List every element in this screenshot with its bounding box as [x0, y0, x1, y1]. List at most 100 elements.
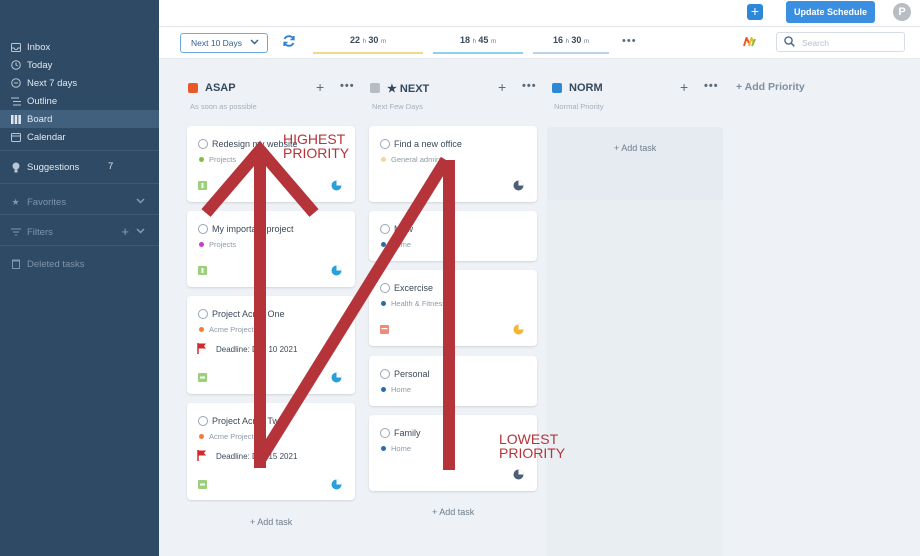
schedule-pie-icon [331, 479, 342, 493]
top-bar: + Update Schedule P [159, 0, 920, 27]
sidebar-item-next-7-days[interactable]: Next 7 days [0, 74, 159, 92]
sidebar-item-label: Today [27, 59, 53, 71]
suggestions-count: 7 [108, 161, 114, 172]
deadline-text: Deadline: Dec 10 2021 [216, 345, 298, 354]
sidebar-item-label: Suggestions [27, 161, 80, 173]
inbox-icon [10, 42, 21, 53]
column-color-swatch [188, 83, 198, 93]
task-checkbox[interactable] [198, 224, 208, 234]
add-task-icon[interactable]: + [680, 79, 688, 95]
column-subtitle: Next Few Days [372, 102, 423, 111]
column-header-norm[interactable]: NORM [552, 80, 603, 96]
sidebar-item-deleted-tasks[interactable]: Deleted tasks [0, 255, 159, 273]
column-header-asap[interactable]: ASAP [188, 80, 236, 96]
task-project: Home [391, 385, 412, 394]
add-task-button[interactable]: + Add task [250, 517, 292, 527]
column-header-next[interactable]: ★ NEXT [370, 80, 429, 96]
sidebar-item-label: Next 7 days [27, 77, 78, 89]
column-subtitle: Normal Priority [554, 102, 604, 111]
task-project: Home [391, 240, 412, 249]
task-card[interactable]: Personal Home [369, 356, 537, 406]
task-card[interactable]: Project Acme One Acme Projects Deadline:… [187, 296, 355, 394]
task-card[interactable]: Project Acme Two Acme Projects Deadline:… [187, 403, 355, 500]
task-title: Personal [394, 369, 430, 379]
task-project: General admin [391, 155, 441, 164]
column-title: ★ NEXT [387, 82, 430, 95]
sidebar-item-calendar[interactable]: Calendar [0, 128, 159, 146]
chevron-down-icon[interactable] [136, 195, 145, 207]
task-checkbox[interactable] [198, 416, 208, 426]
task-checkbox[interactable] [380, 283, 390, 293]
task-card[interactable]: Excercise Health & Fitness [369, 270, 537, 346]
task-deadline: Deadline: Dec 10 2021 [197, 343, 297, 356]
schedule-pie-icon [513, 469, 524, 483]
task-project: Health & Fitness [391, 299, 447, 308]
column-color-swatch [370, 83, 380, 93]
task-deadline: Deadline: Dec 15 2021 [197, 450, 297, 463]
sidebar-item-label: Filters [27, 226, 53, 238]
task-card[interactable]: Mow Home [369, 211, 537, 261]
sidebar-item-favorites[interactable]: ★ Favorites [0, 193, 159, 211]
sidebar-item-label: Board [27, 113, 53, 125]
update-schedule-button[interactable]: Update Schedule [786, 1, 875, 23]
task-checkbox[interactable] [198, 139, 208, 149]
task-project: Acme Projects [209, 432, 258, 441]
duration-icon [198, 480, 207, 492]
task-title: Family [394, 428, 421, 438]
sidebar-item-outline[interactable]: Outline [0, 92, 159, 110]
task-checkbox[interactable] [380, 224, 390, 234]
task-project: Acme Projects [209, 325, 258, 334]
add-task-button[interactable]: + [747, 4, 763, 20]
duration-icon [198, 266, 207, 278]
task-project: Projects [209, 240, 237, 249]
sidebar-divider [0, 183, 159, 184]
task-checkbox[interactable] [380, 428, 390, 438]
search-input[interactable]: Search [776, 32, 905, 52]
task-checkbox[interactable] [380, 139, 390, 149]
task-card[interactable]: Find a new office General admin [369, 126, 537, 202]
lightbulb-icon [10, 162, 21, 173]
add-filter-icon[interactable]: + [121, 224, 129, 239]
lowest-priority-annotation: LOWEST PRIORITY [499, 431, 566, 461]
more-icon[interactable]: ••• [622, 35, 637, 47]
sidebar-item-today[interactable]: Today [0, 56, 159, 74]
refresh-icon[interactable] [282, 34, 296, 51]
day-duration[interactable]: 22 h 30 m [313, 35, 423, 54]
search-placeholder: Search [802, 38, 829, 48]
more-icon[interactable]: ••• [704, 80, 719, 92]
sidebar-item-inbox[interactable]: Inbox [0, 38, 159, 56]
task-card[interactable]: My important project Projects [187, 211, 355, 287]
highest-priority-annotation: HIGHEST PRIORITY [283, 131, 350, 161]
task-title: Find a new office [394, 139, 462, 149]
avatar[interactable]: P [893, 3, 911, 21]
sidebar-item-suggestions[interactable]: Suggestions 7 [0, 158, 159, 176]
add-task-button[interactable]: + Add task [432, 507, 474, 517]
sidebar-item-label: Inbox [27, 41, 51, 53]
duration-icon [198, 373, 207, 385]
project-dot [381, 446, 386, 451]
calendar-week-icon [10, 78, 21, 89]
chevron-down-icon[interactable] [136, 225, 145, 237]
filter-icon [10, 227, 21, 238]
column-title: ASAP [205, 82, 236, 94]
add-task-icon[interactable]: + [316, 79, 324, 95]
day-duration[interactable]: 16 h 30 m [533, 35, 609, 54]
range-select[interactable]: Next 10 Days [180, 33, 268, 53]
task-checkbox[interactable] [198, 309, 208, 319]
search-icon [784, 36, 795, 50]
flag-icon [197, 343, 207, 356]
add-priority-button[interactable]: + Add Priority [736, 81, 805, 93]
task-project: Projects [209, 155, 237, 164]
project-dot [199, 434, 204, 439]
add-task-icon[interactable]: + [498, 79, 506, 95]
schedule-pie-icon [513, 180, 524, 194]
day-duration[interactable]: 18 h 45 m [433, 35, 523, 54]
sidebar-item-board[interactable]: Board [0, 110, 159, 128]
task-checkbox[interactable] [380, 369, 390, 379]
more-icon[interactable]: ••• [522, 80, 537, 92]
sidebar-item-label: Calendar [27, 131, 66, 143]
add-task-button[interactable]: + Add task [614, 143, 656, 153]
sidebar-divider [0, 245, 159, 246]
sidebar-item-filters[interactable]: Filters + [0, 223, 159, 241]
more-icon[interactable]: ••• [340, 80, 355, 92]
